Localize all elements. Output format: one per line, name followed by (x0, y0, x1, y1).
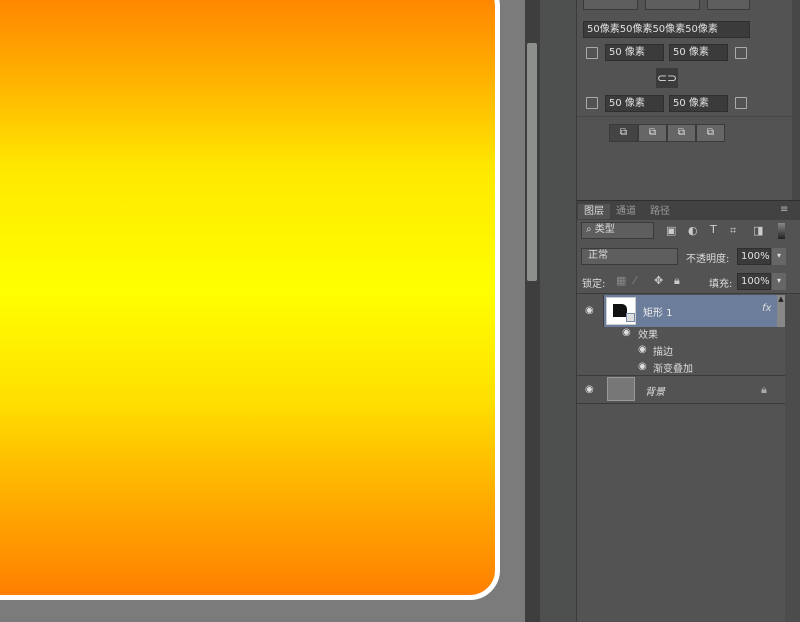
properties-scrollbar[interactable] (792, 0, 800, 200)
radius-bottom-left-input[interactable]: 50 像素 (605, 95, 664, 112)
stroke-type-dropdown[interactable] (583, 0, 638, 10)
rounded-rectangle-shape[interactable] (0, 0, 500, 600)
fill-label: 填充: (709, 279, 733, 290)
exclude-overlap-button[interactable]: ⧉ (696, 124, 725, 142)
corner-bottom-left-icon (586, 97, 598, 109)
opacity-slider-toggle[interactable]: ▾ (772, 248, 786, 265)
layer-name[interactable]: 矩形 1 (643, 304, 673, 319)
effect-stroke[interactable]: 描边 (653, 343, 673, 358)
effects-label: 效果 (638, 330, 658, 341)
fill-input[interactable]: 100% (737, 273, 771, 290)
corner-bottom-right-icon (735, 97, 747, 109)
divider (577, 116, 792, 117)
stroke-align-dropdown[interactable] (645, 0, 700, 10)
lock-icon: 🔒︎ (761, 383, 767, 396)
layers-scrollbar[interactable] (785, 294, 800, 622)
pixel-filter-icon[interactable]: ▣ (666, 224, 676, 237)
type-filter-icon[interactable]: T (710, 223, 717, 236)
effects-expand-toggle[interactable]: ▲ (777, 295, 785, 327)
eye-icon[interactable]: ◉ (622, 327, 631, 338)
radius-top-left-input[interactable]: 50 像素 (605, 44, 664, 61)
eye-icon[interactable]: ◉ (638, 344, 647, 355)
opacity-label: 不透明度: (686, 254, 730, 265)
corner-top-right-icon (735, 47, 747, 59)
search-icon: ⌕ (586, 224, 592, 235)
blend-mode-dropdown[interactable]: 正常 (581, 248, 678, 265)
lock-pixels-icon[interactable]: ⁄ (634, 274, 636, 287)
background-thumbnail (607, 377, 635, 401)
intersect-shapes-button[interactable]: ⧉ (667, 124, 696, 142)
lock-transparent-icon[interactable]: ▦ (616, 274, 626, 287)
radius-top-right-input[interactable]: 50 像素 (669, 44, 728, 61)
radius-bottom-right-input[interactable]: 50 像素 (669, 95, 728, 112)
effect-gradient-overlay[interactable]: 渐变叠加 (653, 360, 693, 375)
tab-layers[interactable]: 图层 (578, 204, 610, 219)
filter-toggle[interactable] (778, 223, 785, 239)
subtract-front-button[interactable]: ⧉ (638, 124, 667, 142)
adjustment-filter-icon[interactable]: ◐ (688, 224, 698, 237)
link-radius-icon[interactable]: ⊂⊃ (656, 68, 678, 88)
eye-icon[interactable]: ◉ (585, 384, 594, 395)
fill-slider-toggle[interactable]: ▾ (772, 273, 786, 290)
smart-object-filter-icon[interactable]: ◨ (753, 224, 763, 237)
eye-icon[interactable]: ◉ (585, 305, 594, 316)
opacity-input[interactable]: 100% (737, 248, 771, 265)
combine-shapes-button[interactable]: ⧉ (609, 124, 638, 142)
lock-position-icon[interactable]: ✥ (654, 274, 663, 287)
tab-channels[interactable]: 通道 (610, 204, 642, 219)
lock-label: 锁定: (582, 279, 606, 290)
divider (577, 375, 785, 376)
corner-top-left-icon (586, 47, 598, 59)
eye-icon[interactable]: ◉ (638, 361, 647, 372)
panel-dock-strip (540, 0, 577, 622)
filter-kind-value: 类型 (594, 224, 615, 235)
shape-filter-icon[interactable]: ⌗ (730, 224, 736, 238)
background-layer-name[interactable]: 背景 (645, 383, 665, 398)
panel-menu-icon[interactable]: ≡ (780, 204, 788, 215)
lock-all-icon[interactable]: 🔒︎ (674, 274, 680, 288)
tab-paths[interactable]: 路径 (644, 204, 676, 219)
filter-kind-dropdown[interactable]: ⌕ 类型 (581, 222, 654, 239)
scrollbar-thumb[interactable] (527, 43, 537, 281)
canvas-pasteboard (500, 0, 525, 622)
combined-radius-field[interactable]: 50像素50像素50像素50像素 (583, 21, 750, 38)
fx-icon[interactable]: fx (762, 303, 771, 314)
layer-thumbnail (606, 297, 636, 325)
stroke-corner-dropdown[interactable] (707, 0, 750, 10)
